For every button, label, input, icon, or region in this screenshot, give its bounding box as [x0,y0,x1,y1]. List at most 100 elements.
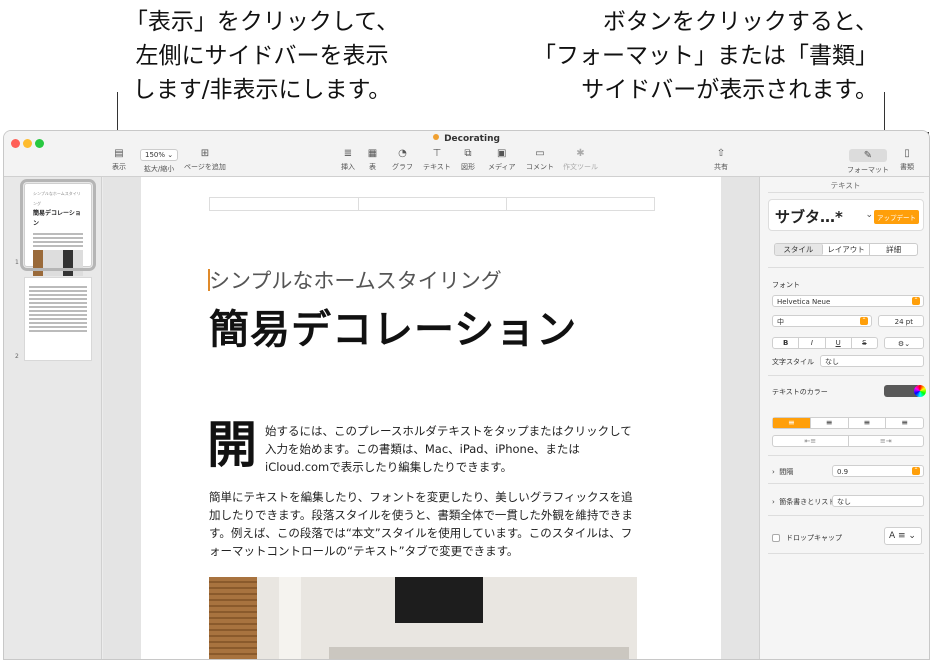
insert-button[interactable]: ≣ 挿入 [341,149,355,172]
pages-window: Decorating ▤ 表示 150% ⌄ 拡大/縮小 ⊞ ページを追加 ≣ 挿入 ▦… [3,130,930,660]
thumbnail-photo [33,250,83,276]
inspector-title: テキスト [830,181,861,190]
sidebar-buttons-callout: ボタンをクリックすると、 「フォーマット」または「書類」 サイドバーが表示されま… [490,5,878,107]
chevron-down-icon[interactable]: ⌄ [865,210,873,220]
bold-button[interactable]: B [773,338,800,348]
share-label: 共有 [714,163,728,171]
char-style-select[interactable]: なし [820,355,924,367]
textbox-icon: ⊤ [432,148,442,159]
dropcap-label: ドロップキャップ [786,534,842,542]
document-canvas: シンプルなホームスタイリング 簡易デコレーション 開 始するには、このプレースホ… [103,177,759,659]
sidebar-icon: ▤ [114,148,124,159]
text-label: テキスト [423,163,451,171]
shape-button[interactable]: ⧉ 図形 [461,149,475,172]
chart-button[interactable]: ◔ グラフ [392,149,413,172]
spacing-select[interactable]: 0.9 ⌃ [832,465,924,477]
paragraph-style-picker[interactable]: サブタ…* ⌄ アップデート [768,199,924,231]
drop-cap[interactable]: 開 [207,417,257,473]
chart-label: グラフ [392,163,413,171]
photo-icon: ▣ [497,148,507,159]
updown-icon: ⌃ [912,297,920,305]
callout-line: サイドバーが表示されます。 [581,77,878,103]
color-wheel-icon[interactable] [914,385,926,397]
spacing-label[interactable]: › 間隔 [772,467,793,477]
window-title: Decorating [4,134,929,144]
edited-dot-icon [433,134,440,140]
document-subtitle[interactable]: シンプルなホームスタイリング [209,265,502,295]
justify-button[interactable]: ≡ [886,418,923,428]
tab-style[interactable]: スタイル [775,244,823,255]
text-style-buttons: B I U S [772,337,878,349]
font-weight-value: 中 [777,318,784,326]
font-family-select[interactable]: Helvetica Neue ⌃ [772,295,924,307]
toolbar: Decorating ▤ 表示 150% ⌄ 拡大/縮小 ⊞ ページを追加 ≣ 挿入 ▦… [4,131,929,177]
body-paragraph-1[interactable]: 始するには、このプレースホルダテキストをタップまたはクリックして入力を始めます。… [265,422,635,476]
dropcap-checkbox[interactable] [772,534,780,542]
char-style-value: なし [825,358,839,366]
page-thumbnail-2[interactable] [24,277,92,361]
increase-indent-button[interactable]: ≡⇥ [849,436,924,446]
tab-more[interactable]: 詳細 [870,244,917,255]
decrease-indent-button[interactable]: ⇤≡ [773,436,849,446]
bullets-select[interactable]: なし [832,495,924,507]
room-photo[interactable] [209,577,637,659]
add-page-label: ページを追加 [184,163,226,171]
strikethrough-button[interactable]: S [852,338,877,348]
updown-icon: ⌃ [860,317,868,325]
thumbnail-title: 簡易デコレーション [33,210,81,227]
font-label: フォント [772,281,800,289]
dropcap-style-picker[interactable]: A ≡ ⌄ [884,527,922,545]
add-page-button[interactable]: ⊞ ページを追加 [184,149,226,172]
writing-tools-button[interactable]: ✱ 作文ツール [563,149,598,172]
paintbrush-icon: ✎ [849,149,887,162]
align-center-button[interactable]: ≡ [811,418,849,428]
shape-label: 図形 [461,163,475,171]
font-size-value: 24 pt [894,318,913,326]
text-button[interactable]: ⊤ テキスト [423,149,451,172]
format-inspector: テキスト サブタ…* ⌄ アップデート スタイル レイアウト 詳細 フォント H… [759,177,929,659]
callout-pointer-right [884,92,885,132]
body-paragraph-2[interactable]: 簡単にテキストを編集したり、フォントを変更したり、美しいグラフィックスを追加した… [209,488,637,560]
font-size-field[interactable]: 24 pt [878,315,924,327]
writing-tools-label: 作文ツール [563,163,598,171]
align-right-button[interactable]: ≡ [849,418,887,428]
italic-button[interactable]: I [799,338,826,348]
align-left-button[interactable]: ≡ [773,418,811,428]
document-label: 書類 [900,163,914,171]
writing-tools-icon: ✱ [576,148,585,159]
view-button[interactable]: ▤ 表示 [112,149,126,172]
format-button[interactable]: ✎ フォーマット [847,149,889,175]
document-title[interactable]: 簡易デコレーション [209,297,577,355]
comment-label: コメント [526,163,554,171]
page-thumbnails-sidebar: シンプルなホームスタイリング 簡易デコレーション 1 2 [4,177,102,659]
chart-icon: ◔ [398,148,407,159]
zoom-menu[interactable]: 150% ⌄ 拡大/縮小 [140,149,179,174]
header-fields[interactable] [209,197,655,211]
zoom-label: 拡大/縮小 [143,165,175,173]
advanced-options-button[interactable]: ⚙⌄ [884,337,924,349]
media-label: メディア [488,163,516,171]
char-style-label: 文字スタイル [772,358,814,366]
bullets-label[interactable]: › 箇条書きとリスト [772,497,835,507]
callout-line: します/非表示にします。 [132,77,392,103]
comment-button[interactable]: ▭ コメント [526,149,554,172]
shape-icon: ⧉ [464,148,472,159]
inspector-tabs: スタイル レイアウト 詳細 [774,243,918,256]
view-callout: 「表示」をクリックして、 左側にサイドバーを表示 します/非表示にします。 [112,5,412,107]
callout-line: 左側にサイドバーを表示 [135,43,389,69]
page-number: 1 [15,259,19,266]
font-weight-select[interactable]: 中 ⌃ [772,315,872,327]
underline-button[interactable]: U [826,338,852,348]
document-button[interactable]: ▯ 書類 [900,149,914,172]
share-button[interactable]: ⇧ 共有 [714,149,728,172]
paragraph-style-name: サブタ…* [775,208,843,226]
update-style-button[interactable]: アップデート [874,210,919,224]
add-page-icon: ⊞ [200,148,210,159]
table-label: 表 [369,163,376,171]
document-page[interactable]: シンプルなホームスタイリング 簡易デコレーション 開 始するには、このプレースホ… [141,177,721,659]
page-thumbnail-1[interactable]: シンプルなホームスタイリング 簡易デコレーション [20,179,96,276]
media-button[interactable]: ▣ メディア [488,149,516,172]
table-button[interactable]: ▦ 表 [367,149,378,172]
tab-layout[interactable]: レイアウト [823,244,871,255]
indent-buttons: ⇤≡ ≡⇥ [772,435,924,447]
